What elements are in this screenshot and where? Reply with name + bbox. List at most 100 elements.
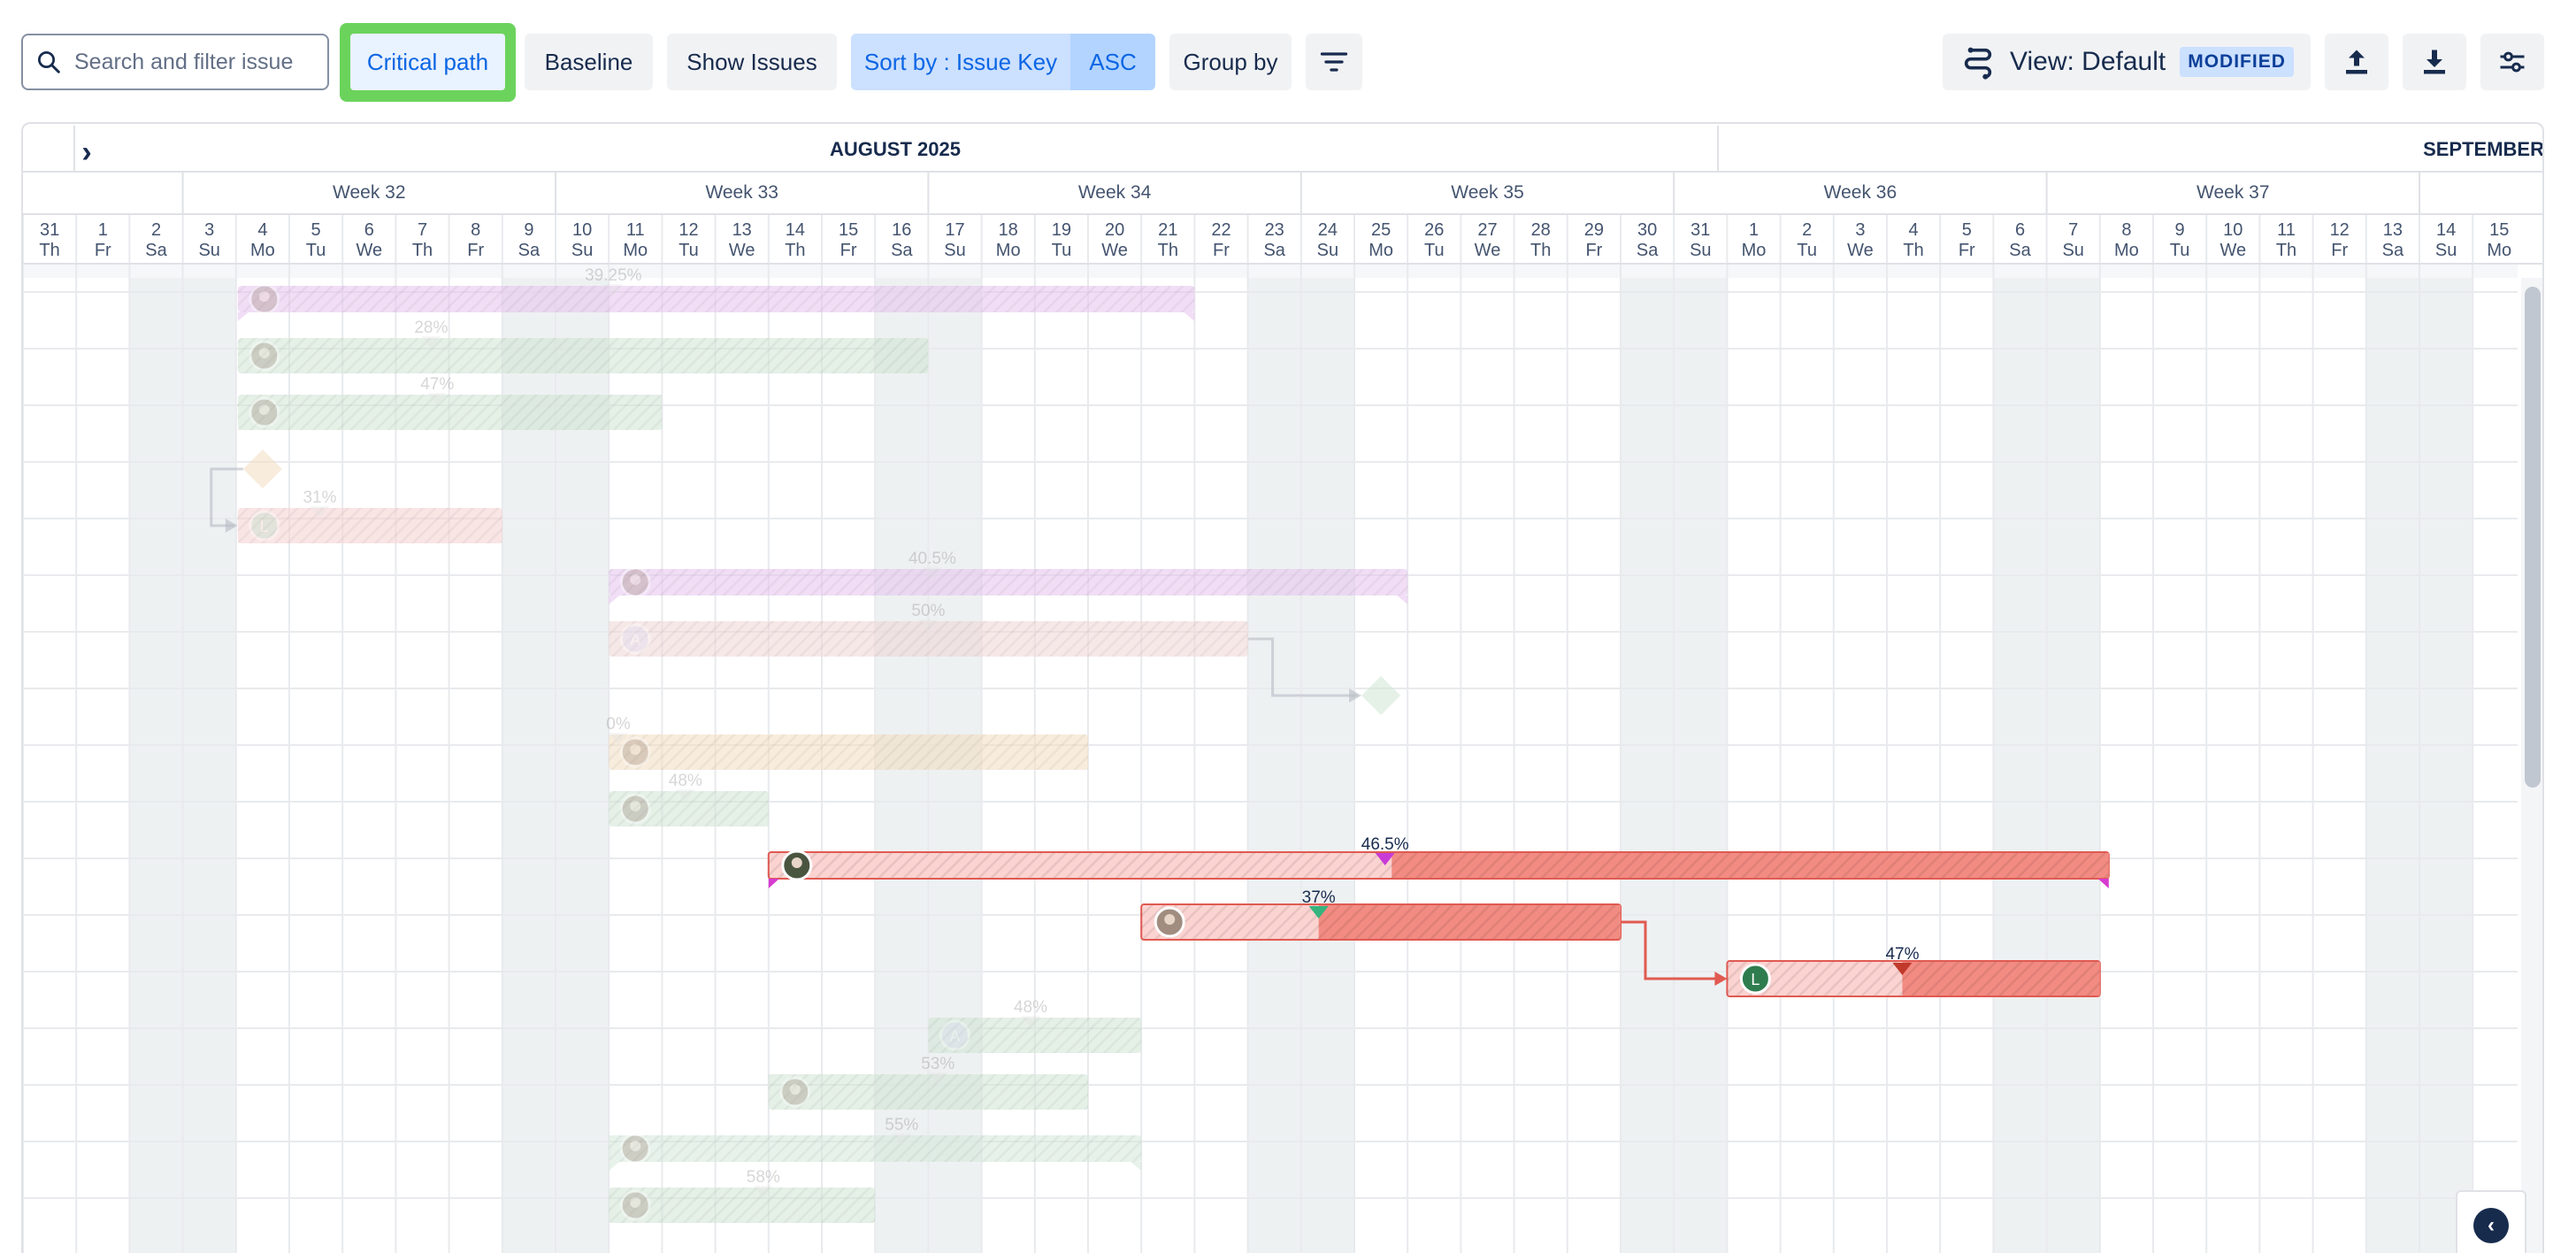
day-number: 22 bbox=[1211, 220, 1230, 240]
weekend-column bbox=[2419, 278, 2473, 1253]
day-number: 20 bbox=[1105, 220, 1124, 240]
day-number: 15 bbox=[839, 220, 858, 240]
day-number: 13 bbox=[2383, 220, 2403, 240]
svg-text:55%: 55% bbox=[885, 1116, 918, 1134]
baseline-button[interactable]: Baseline bbox=[525, 34, 653, 90]
svg-text:31%: 31% bbox=[303, 488, 336, 507]
day-number: 23 bbox=[1265, 220, 1284, 240]
search-input[interactable] bbox=[74, 49, 331, 75]
view-selector-button[interactable]: View: Default MODIFIED bbox=[1943, 34, 2311, 90]
dependency-arrowhead bbox=[1349, 688, 1362, 703]
day-number: 15 bbox=[2489, 220, 2509, 240]
assignee-avatar[interactable] bbox=[619, 736, 651, 768]
day-of-week: Fr bbox=[1959, 241, 1975, 260]
day-of-week: Th bbox=[785, 241, 805, 260]
group-start-cap bbox=[237, 312, 249, 321]
milestone-diamond[interactable] bbox=[1361, 676, 1401, 715]
day-number: 12 bbox=[678, 220, 698, 240]
day-number: 4 bbox=[257, 220, 267, 240]
bar-hatch bbox=[237, 395, 663, 430]
export-button[interactable] bbox=[2325, 34, 2388, 90]
day-of-week: Sa bbox=[2382, 241, 2404, 260]
group-start-cap bbox=[768, 879, 779, 888]
group-by-button[interactable]: Group by bbox=[1169, 34, 1292, 90]
day-of-week: Su bbox=[2062, 241, 2083, 260]
day-number: 5 bbox=[311, 220, 321, 240]
day-of-week: Fr bbox=[840, 241, 857, 260]
chevron-left-icon: ‹ bbox=[2473, 1208, 2509, 1243]
scrollbar-thumb[interactable] bbox=[2525, 287, 2541, 788]
assignee-avatar[interactable] bbox=[249, 340, 280, 372]
day-of-week: Su bbox=[571, 241, 593, 260]
svg-text:39.25%: 39.25% bbox=[585, 266, 642, 285]
day-of-week: Tu bbox=[1052, 241, 1072, 260]
day-of-week: We bbox=[2220, 241, 2246, 260]
day-of-week: Mo bbox=[996, 241, 1021, 260]
filter-button[interactable] bbox=[1306, 34, 1362, 90]
filter-icon bbox=[1320, 52, 1348, 72]
svg-text:0%: 0% bbox=[606, 715, 631, 734]
show-issues-button[interactable]: Show Issues bbox=[667, 34, 837, 90]
sort-direction-button[interactable]: ASC bbox=[1070, 34, 1155, 90]
assignee-avatar[interactable]: A bbox=[939, 1019, 970, 1051]
critical-path-button[interactable]: Critical path bbox=[350, 34, 505, 90]
day-of-week: Su bbox=[944, 241, 965, 260]
day-of-week: Su bbox=[2435, 241, 2457, 260]
day-of-week: Sa bbox=[2009, 241, 2031, 260]
day-of-week: Sa bbox=[1263, 241, 1285, 260]
day-of-week: Sa bbox=[1637, 241, 1659, 260]
day-number: 6 bbox=[2015, 220, 2025, 240]
milestone-diamond[interactable] bbox=[242, 450, 282, 488]
assignee-avatar[interactable] bbox=[781, 849, 813, 881]
view-label: View: Default bbox=[2010, 47, 2166, 76]
day-number: 7 bbox=[2068, 220, 2078, 240]
svg-text:28%: 28% bbox=[414, 319, 448, 337]
day-of-week: We bbox=[1847, 241, 1874, 260]
assignee-avatar[interactable] bbox=[619, 1133, 651, 1165]
weekend-column bbox=[1993, 278, 2047, 1253]
day-number: 10 bbox=[572, 220, 592, 240]
day-of-week: Fr bbox=[95, 241, 111, 260]
chevron-right-icon[interactable]: › bbox=[81, 135, 91, 169]
day-of-week: Mo bbox=[2487, 241, 2511, 260]
sort-by-button[interactable]: Sort by : Issue Key bbox=[851, 34, 1070, 90]
assignee-avatar[interactable] bbox=[1154, 906, 1185, 938]
day-number: 16 bbox=[892, 220, 911, 240]
group-end-cap bbox=[1397, 596, 1408, 604]
week-label: Week 34 bbox=[1078, 182, 1152, 203]
collapse-panel-button[interactable]: ‹ bbox=[2456, 1190, 2526, 1253]
assignee-avatar[interactable]: L bbox=[1739, 963, 1771, 995]
assignee-avatar[interactable] bbox=[249, 283, 280, 315]
assignee-avatar[interactable]: L bbox=[249, 510, 280, 542]
day-number: 11 bbox=[2277, 220, 2296, 240]
day-number: 18 bbox=[999, 220, 1018, 240]
day-number: 27 bbox=[1477, 220, 1497, 240]
search-box[interactable] bbox=[21, 34, 331, 90]
assignee-avatar[interactable] bbox=[619, 793, 651, 825]
day-of-week: Th bbox=[39, 241, 59, 260]
assignee-avatar[interactable] bbox=[249, 396, 280, 428]
import-button[interactable] bbox=[2403, 34, 2466, 90]
week-label: Week 32 bbox=[333, 182, 406, 203]
day-number: 12 bbox=[2330, 220, 2350, 240]
assignee-avatar[interactable] bbox=[779, 1076, 811, 1108]
settings-button[interactable] bbox=[2480, 34, 2544, 90]
bar-hatch bbox=[237, 286, 1195, 312]
day-number: 3 bbox=[1855, 220, 1865, 240]
day-of-week: Th bbox=[2276, 241, 2296, 260]
assignee-avatar[interactable] bbox=[619, 566, 651, 598]
day-number: 24 bbox=[1318, 220, 1338, 240]
day-number: 14 bbox=[2436, 220, 2456, 240]
month-label: SEPTEMBER bbox=[2423, 138, 2544, 160]
assignee-avatar[interactable] bbox=[619, 1189, 651, 1221]
assignee-avatar[interactable]: A bbox=[619, 623, 651, 655]
day-number: 1 bbox=[98, 220, 108, 240]
weekend-column bbox=[1247, 278, 1301, 1253]
day-number: 31 bbox=[1690, 220, 1710, 240]
day-of-week: Mo bbox=[2114, 241, 2139, 260]
day-number: 9 bbox=[524, 220, 533, 240]
day-of-week: We bbox=[1475, 241, 1501, 260]
day-number: 8 bbox=[471, 220, 480, 240]
svg-text:40.5%: 40.5% bbox=[908, 550, 956, 568]
day-of-week: Mo bbox=[1742, 241, 1767, 260]
